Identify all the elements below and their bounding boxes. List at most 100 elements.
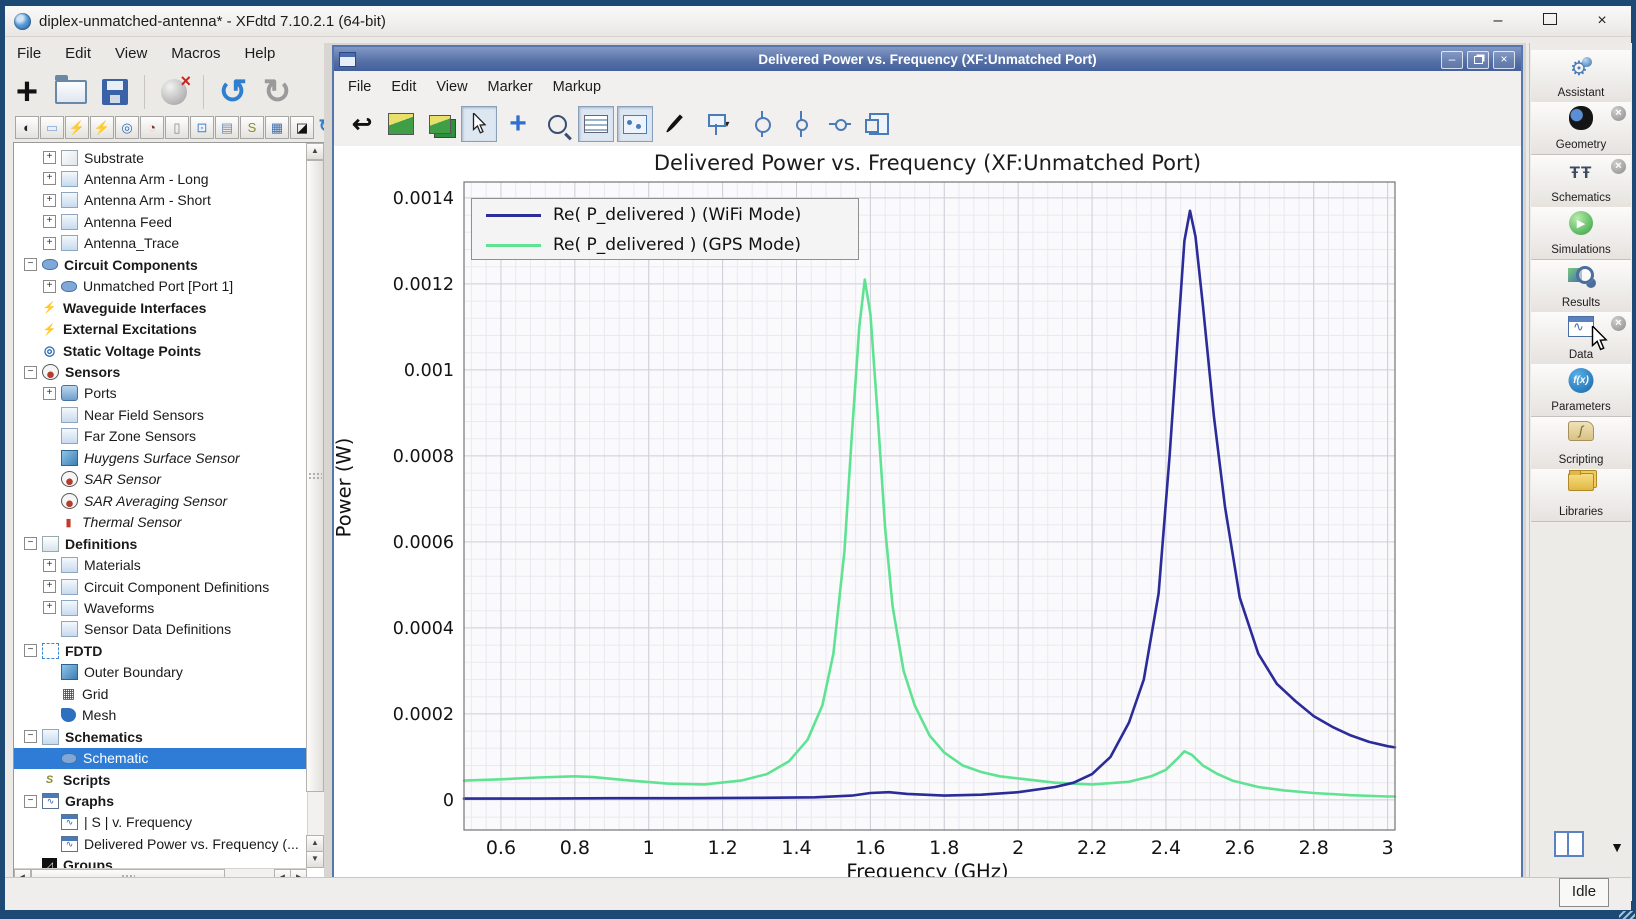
tree-item[interactable]: −∿Graphs [14,791,307,812]
tree-item[interactable]: −Sensors [14,362,307,383]
expander-plus-icon[interactable]: + [43,601,56,614]
legend-toggle-button[interactable] [578,106,614,142]
scripts-icon[interactable]: S [240,116,264,139]
tree-item[interactable]: ⚡Waveguide Interfaces [14,297,307,318]
tree-item[interactable]: SAR Sensor [14,469,307,490]
sidebar-item-parameters[interactable]: f(x)Parameters [1531,364,1631,417]
tree-vertical-scrollbar[interactable]: ▲ ▲ ▼ [307,143,324,868]
expander-plus-icon[interactable]: + [43,559,56,572]
plot-menu-view[interactable]: View [426,75,477,99]
draw-line-button[interactable] [656,106,692,142]
tree-item[interactable]: ◿Groups [14,855,307,868]
expander-plus-icon[interactable]: + [43,172,56,185]
expander-minus-icon[interactable]: − [24,795,37,808]
plot-menu-edit[interactable]: Edit [381,75,426,99]
scrollbar-thumb[interactable] [306,160,324,792]
minimize-button[interactable]: – [1487,12,1509,30]
sidebar-item-results[interactable]: Results [1531,260,1631,313]
expander-minus-icon[interactable]: − [24,537,37,550]
tree-item[interactable]: Sensor Data Definitions [14,619,307,640]
macros-button[interactable] [156,73,192,111]
plot-minimize-button[interactable]: – [1441,51,1463,69]
circuit-components-icon[interactable]: ▭ [40,116,64,139]
plot-menu-file[interactable]: File [338,75,381,99]
graphs-icon[interactable]: ▦ [265,116,289,139]
clip-region-button[interactable] [861,106,897,142]
tree-item[interactable]: ∿| S | v. Frequency [14,812,307,833]
plot-menu-markup[interactable]: Markup [543,75,611,99]
marker-vertical-button[interactable] [744,106,780,142]
sidebar-dropdown-icon[interactable]: ▼ [1610,839,1624,855]
expander-minus-icon[interactable]: − [24,644,37,657]
tree-item[interactable]: Near Field Sensors [14,404,307,425]
sidebar-item-simulations[interactable]: ▶Simulations [1531,207,1631,260]
menu-macros[interactable]: Macros [159,40,232,67]
fdtd-icon[interactable]: ⊡ [190,116,214,139]
tree-item[interactable]: +Materials [14,555,307,576]
expander-plus-icon[interactable]: + [43,151,56,164]
tree-item[interactable]: SScripts [14,769,307,790]
tree-item[interactable]: −FDTD [14,640,307,661]
tree-item[interactable]: ◎Static Voltage Points [14,340,307,361]
close-badge-icon[interactable]: × [1611,159,1626,174]
notes-icon[interactable]: ▯ [165,116,189,139]
select-tool-button[interactable] [461,106,497,142]
sidebar-item-scripting[interactable]: ʃScripting [1531,417,1631,470]
tree-item[interactable]: −Definitions [14,533,307,554]
zoom-tool-button[interactable] [539,106,575,142]
tree-item[interactable]: Huygens Surface Sensor [14,447,307,468]
expander-minus-icon[interactable]: − [24,366,37,379]
new-project-button[interactable]: + [9,73,45,111]
sidebar-item-schematics[interactable]: ŦŦSchematics× [1531,155,1631,208]
scroll-up-button-2[interactable]: ▲ [306,835,324,852]
export-button[interactable]: ↪ [344,106,380,142]
marker-flag-button[interactable]: ▾ [695,106,741,142]
sidebar-item-data[interactable]: Data× [1531,312,1631,365]
tree-item[interactable]: Outer Boundary [14,662,307,683]
expander-plus-icon[interactable]: + [43,580,56,593]
waveguide-icon[interactable]: ⚡ [65,116,89,139]
plot-menu-marker[interactable]: Marker [478,75,543,99]
layout-windows-icon[interactable] [1554,831,1584,857]
tree-item[interactable]: −Circuit Components [14,254,307,275]
pan-tool-button[interactable]: + [500,106,536,142]
voltage-points-icon[interactable]: ◎ [115,116,139,139]
tree-item[interactable]: Far Zone Sensors [14,426,307,447]
scroll-down-button[interactable]: ▼ [306,851,324,868]
expander-plus-icon[interactable]: + [43,280,56,293]
expander-plus-icon[interactable]: + [43,387,56,400]
tree-item[interactable]: +Circuit Component Definitions [14,576,307,597]
close-badge-icon[interactable]: × [1611,316,1626,331]
tree-item[interactable]: ▮Thermal Sensor [14,512,307,533]
resize-grip[interactable] [1619,911,1635,919]
copy-images-button[interactable] [422,106,458,142]
tree-item[interactable]: +Antenna_Trace [14,233,307,254]
marker-point-button[interactable] [783,106,819,142]
plot-window-title-bar[interactable]: Delivered Power vs. Frequency (XF:Unmatc… [334,47,1521,71]
sidebar-item-assistant[interactable]: ⚙Assistant [1531,50,1631,103]
tree-item[interactable]: SAR Averaging Sensor [14,490,307,511]
maximize-button[interactable] [1539,12,1561,30]
open-project-button[interactable] [53,73,89,111]
schematic-view-icon[interactable]: ▤ [215,116,239,139]
tree-item[interactable]: +Antenna Arm - Long [14,168,307,189]
expander-minus-icon[interactable]: − [24,730,37,743]
sidebar-item-geometry[interactable]: Geometry× [1531,102,1631,155]
tree-item[interactable]: +Substrate [14,147,307,168]
plot-close-button[interactable]: × [1493,51,1515,69]
expander-minus-icon[interactable]: − [24,258,37,271]
tree-item[interactable]: Mesh [14,705,307,726]
sidebar-item-libraries[interactable]: Libraries [1531,469,1631,522]
groups-icon[interactable]: ◪ [290,116,314,139]
tree-item[interactable]: ⚡External Excitations [14,319,307,340]
expander-plus-icon[interactable]: + [43,215,56,228]
tree-item[interactable]: +Waveforms [14,597,307,618]
tree-item[interactable]: ∿Delivered Power vs. Frequency (... [14,833,307,854]
menu-edit[interactable]: Edit [53,40,103,67]
plot-properties-button[interactable] [617,106,653,142]
tree-item[interactable]: −Schematics [14,726,307,747]
copy-image-button[interactable] [383,106,419,142]
expander-plus-icon[interactable]: + [43,237,56,250]
tree-item[interactable]: +Unmatched Port [Port 1] [14,276,307,297]
expander-plus-icon[interactable]: + [43,194,56,207]
